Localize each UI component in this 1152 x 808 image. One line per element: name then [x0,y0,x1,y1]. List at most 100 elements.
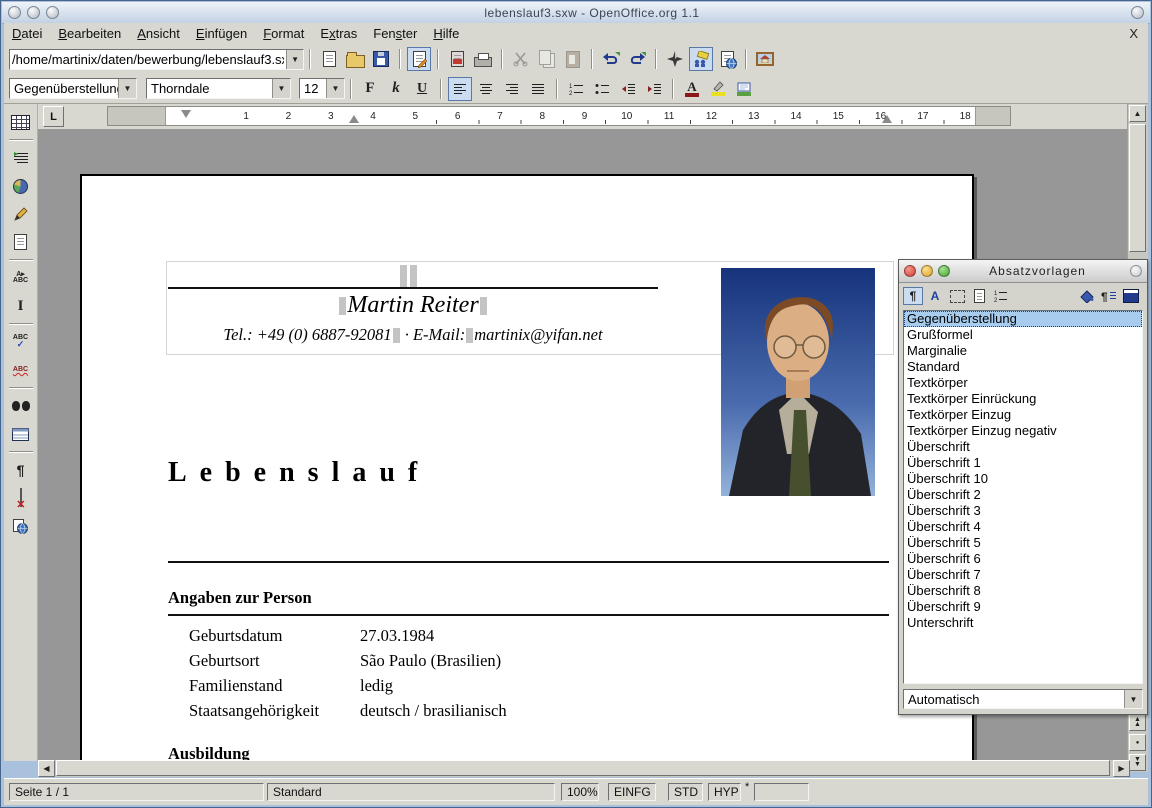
style-item[interactable]: Überschrift 1 [904,455,1142,471]
next-page-button[interactable]: ▼▼ [1129,754,1146,771]
url-dropdown-icon[interactable]: ▼ [286,50,303,69]
paragraph-style-combo[interactable]: Gegenüberstellung ▼ [9,78,137,99]
document-page[interactable]: Martin Reiter Tel.: +49 (0) 6887-92081 ·… [80,174,974,761]
style-filter-combo[interactable]: Automatisch ▼ [903,689,1143,709]
copy-button[interactable] [535,47,559,71]
style-item[interactable]: Unterschrift [904,615,1142,631]
highlighting-button[interactable] [706,77,730,101]
menu-bearbeiten[interactable]: Bearbeiten [50,24,129,43]
style-dropdown-icon[interactable]: ▼ [118,79,136,98]
font-dropdown-icon[interactable]: ▼ [272,79,290,98]
stylist-shade-icon[interactable] [1130,265,1142,277]
tab-type-selector[interactable]: L [43,106,64,127]
menu-format[interactable]: Format [255,24,312,43]
save-document-button[interactable] [369,47,393,71]
edit-file-button[interactable] [407,47,431,71]
justify-button[interactable] [526,77,550,101]
stylist-button[interactable] [689,47,713,71]
new-style-from-selection-button[interactable]: ¶ [1099,287,1119,305]
draw-functions-button[interactable] [9,202,33,226]
spellcheck-button[interactable]: ABC✓ [9,330,33,354]
underline-button[interactable]: U [410,77,434,101]
window-minimize-icon[interactable] [27,6,40,19]
paragraph-styles-button[interactable]: ¶ [903,287,923,305]
style-item[interactable]: Marginalie [904,343,1142,359]
h-scrollbar-thumb[interactable] [56,760,1110,776]
increase-indent-button[interactable] [642,77,666,101]
paste-button[interactable] [561,47,585,71]
style-item[interactable]: Gegenüberstellung [904,311,1142,327]
window-close-icon[interactable] [8,6,21,19]
cut-button[interactable] [509,47,533,71]
stylist-window[interactable]: Absatzvorlagen ¶ A 12 ¶ Gegenüberstellun… [898,259,1148,715]
paragraph-background-button[interactable] [732,77,756,101]
document-close-icon[interactable]: X [1119,26,1148,41]
redo-button[interactable] [625,47,649,71]
selection-mode-indicator[interactable]: STD [668,783,703,801]
font-size-combo[interactable]: 12 ▼ [299,78,345,99]
numbering-styles-button[interactable]: 12 [991,287,1011,305]
style-item[interactable]: Überschrift 4 [904,519,1142,535]
filter-dropdown-icon[interactable]: ▼ [1124,690,1142,708]
insert-mode-indicator[interactable]: EINFG [608,783,656,801]
first-line-indent-marker[interactable] [181,110,191,118]
stylist-minimize-icon[interactable] [921,265,933,277]
style-item[interactable]: Überschrift 10 [904,471,1142,487]
character-styles-button[interactable]: A [925,287,945,305]
online-layout-button[interactable] [9,514,33,538]
window-maximize-icon[interactable] [46,6,59,19]
portrait-photo[interactable] [721,268,875,496]
align-right-button[interactable] [500,77,524,101]
v-scrollbar-thumb[interactable] [1129,124,1146,252]
find-replace-button[interactable] [9,394,33,418]
page-styles-button[interactable] [969,287,989,305]
url-combo[interactable]: ▼ [9,49,304,70]
hyperlink-button[interactable] [715,47,739,71]
horizontal-scrollbar[interactable]: ◀ ▶ [38,760,1130,777]
scroll-right-button[interactable]: ▶ [1113,760,1130,777]
menu-einfuegen[interactable]: Einfügen [188,24,255,43]
insert-table-button[interactable] [9,110,33,134]
direct-cursor-button[interactable]: I [9,294,33,318]
zoom-indicator[interactable]: 100% [561,783,599,801]
open-file-button[interactable] [343,47,367,71]
style-item[interactable]: Standard [904,359,1142,375]
style-item[interactable]: Überschrift [904,439,1142,455]
style-item[interactable]: Überschrift 6 [904,551,1142,567]
style-filter[interactable]: Automatisch ▼ [903,689,1143,709]
menu-ansicht[interactable]: Ansicht [129,24,188,43]
style-item[interactable]: Überschrift 2 [904,487,1142,503]
title-bar[interactable]: lebenslauf3.sxw - OpenOffice.org 1.1 [2,2,1150,24]
insert-fields-button[interactable]: A▸ABC [9,266,33,290]
style-item[interactable]: Überschrift 5 [904,535,1142,551]
scroll-up-button[interactable]: ▲ [1129,105,1146,122]
font-name-combo[interactable]: Thorndale ▼ [146,78,291,99]
gallery-button[interactable] [753,47,777,71]
italic-button[interactable]: k [384,77,408,101]
new-document-button[interactable] [317,47,341,71]
print-button[interactable] [471,47,495,71]
align-left-button[interactable] [448,77,472,101]
insert-section-button[interactable] [9,146,33,170]
style-item[interactable]: Überschrift 8 [904,583,1142,599]
style-item[interactable]: Überschrift 3 [904,503,1142,519]
bold-button[interactable]: F [358,77,382,101]
decrease-indent-button[interactable] [616,77,640,101]
style-list[interactable]: Gegenüberstellung Grußformel Marginalie … [903,310,1143,684]
style-item[interactable]: Textkörper Einrückung [904,391,1142,407]
update-style-button[interactable] [1121,287,1141,305]
export-pdf-button[interactable] [445,47,469,71]
horizontal-ruler[interactable]: 123456789101112131415161718 [107,106,1011,126]
previous-page-button[interactable]: ▲▲ [1129,714,1146,731]
navigation-button[interactable]: ● [1129,734,1146,751]
menu-extras[interactable]: Extras [312,24,365,43]
auto-spellcheck-button[interactable]: ABC [9,358,33,382]
url-input[interactable] [10,52,286,67]
navigator-button[interactable] [663,47,687,71]
insert-object-button[interactable] [9,174,33,198]
numbered-list-button[interactable]: 12 [564,77,588,101]
insert-frame-button[interactable] [9,230,33,254]
scroll-left-button[interactable]: ◀ [38,760,55,777]
menu-hilfe[interactable]: Hilfe [425,24,467,43]
style-item[interactable]: Textkörper Einzug [904,407,1142,423]
